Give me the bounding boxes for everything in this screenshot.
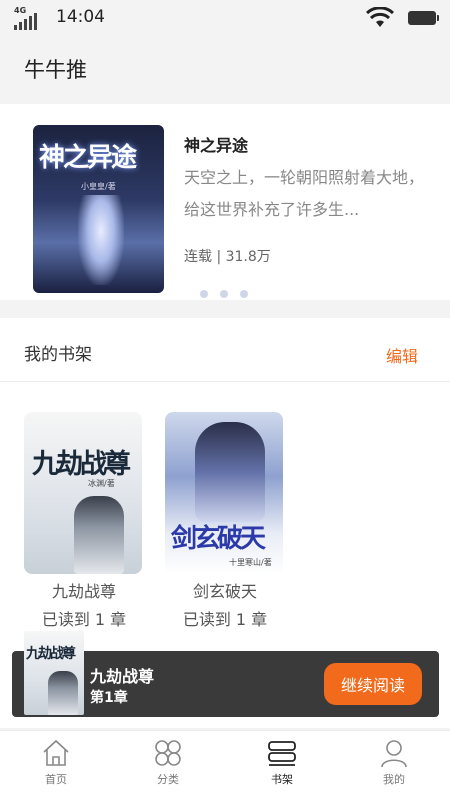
tab-category[interactable]: 分类	[138, 737, 198, 795]
featured-book-meta: 连载 | 31.8万	[184, 249, 271, 265]
featured-book-card[interactable]: 神之异途 小皇皇/著 神之异途 天空之上，一轮朝阳照射着大地，给这世界补充了许多…	[0, 104, 450, 300]
signal-icon: 4G	[14, 6, 42, 30]
wifi-icon	[366, 7, 394, 27]
app-header: 牛牛推	[0, 36, 450, 102]
continue-chapter: 第1章	[90, 690, 128, 706]
book-progress: 已读到 1 章	[41, 610, 127, 629]
book-title: 剑玄破天	[192, 582, 257, 601]
tab-profile[interactable]: 我的	[364, 737, 424, 795]
continue-reading-bar[interactable]: 九劫战尊 九劫战尊 第1章 继续阅读	[12, 631, 439, 717]
profile-icon	[381, 740, 407, 768]
book-cover-author: 冰渊/著	[88, 479, 115, 488]
tab-label: 我的	[383, 773, 405, 786]
carousel-dot[interactable]	[200, 290, 208, 298]
bookshelf-header: 我的书架 编辑	[0, 318, 450, 382]
cover-figure	[78, 195, 124, 285]
featured-book-title[interactable]: 神之异途	[184, 132, 248, 156]
cover-figure	[48, 671, 78, 715]
tab-label: 书架	[271, 773, 293, 786]
carousel-dot[interactable]	[220, 290, 228, 298]
category-icon	[155, 740, 181, 766]
book-cover[interactable]: 剑玄破天 十里寒山/著	[165, 412, 283, 574]
bookshelf-icon	[268, 741, 296, 766]
tab-bookshelf[interactable]: 书架	[252, 737, 312, 795]
shelf-book-1[interactable]: 九劫战尊 冰渊/著 九劫战尊 已读到 1 章	[24, 412, 144, 630]
battery-icon	[408, 11, 439, 25]
book-cover-title: 九劫战尊	[32, 449, 131, 480]
bookshelf-label: 我的书架	[24, 345, 92, 365]
tab-home[interactable]: 首页	[26, 737, 86, 795]
edit-button[interactable]: 编辑	[386, 343, 418, 367]
tab-label: 分类	[157, 773, 179, 786]
app-title: 牛牛推	[24, 58, 87, 82]
featured-cover-title: 神之异途	[39, 143, 137, 173]
featured-book-cover[interactable]: 神之异途 小皇皇/著	[33, 125, 164, 293]
book-progress: 已读到 1 章	[182, 610, 268, 629]
book-cover[interactable]: 九劫战尊 冰渊/著	[24, 412, 142, 574]
shelf-book-2[interactable]: 剑玄破天 十里寒山/著 剑玄破天 已读到 1 章	[165, 412, 285, 630]
featured-book-description: 天空之上，一轮朝阳照射着大地，给这世界补充了许多生...	[184, 168, 424, 219]
continue-reading-button[interactable]: 继续阅读	[324, 663, 422, 705]
home-icon	[43, 739, 69, 766]
cover-figure	[74, 496, 124, 574]
status-bar: 4G 14:04	[0, 0, 450, 36]
carousel-dot[interactable]	[240, 290, 248, 298]
continue-cover-title: 九劫战尊	[26, 646, 76, 662]
continue-book-cover[interactable]: 九劫战尊	[24, 631, 84, 715]
book-cover-author: 十里寒山/著	[229, 558, 272, 567]
book-cover-title: 剑玄破天	[171, 524, 266, 554]
tab-label: 首页	[45, 773, 67, 786]
cover-figure	[195, 422, 265, 522]
bottom-tab-bar: 首页 分类 书架 我的	[0, 730, 450, 800]
carousel-indicator	[200, 290, 248, 298]
book-title: 九劫战尊	[51, 582, 116, 601]
continue-book-title: 九劫战尊	[90, 667, 155, 686]
featured-cover-author: 小皇皇/著	[81, 182, 116, 191]
status-time: 14:04	[56, 7, 105, 27]
